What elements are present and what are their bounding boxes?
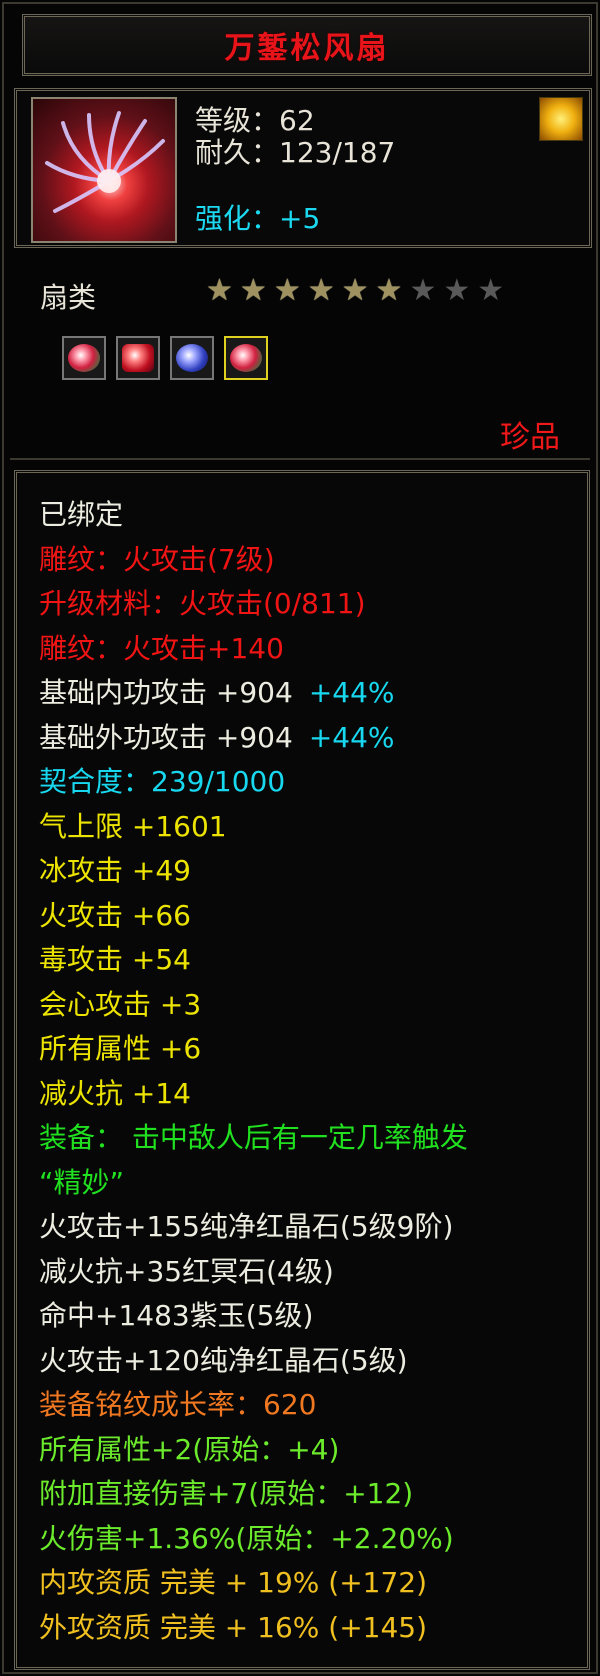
fan-item-icon[interactable] xyxy=(31,97,177,243)
property-line: 火伤害+1.36%(原始：+2.20%) xyxy=(39,1517,577,1562)
star-rating: ★ ★ ★ ★ ★ ★ ★ ★ ★ xyxy=(206,274,504,308)
star-empty-icon: ★ xyxy=(409,273,437,308)
property-text: 附加直接伤害+7(原始：+12) xyxy=(39,1477,414,1510)
star-filled-icon: ★ xyxy=(341,273,369,308)
property-text: 内攻资质 完美 + 19% (+172) xyxy=(39,1566,428,1599)
property-text: 升级材料：火攻击(0/811) xyxy=(39,587,366,620)
property-bonus: +44% xyxy=(308,720,395,754)
property-text: 会心攻击 +3 xyxy=(39,987,202,1021)
gem-slot-2[interactable] xyxy=(116,336,160,380)
property-line: 雕纹：火攻击+140 xyxy=(39,627,577,672)
section-divider xyxy=(10,458,590,460)
title-bar: 万錾松风扇 xyxy=(22,14,592,76)
property-text: 气上限 +1601 xyxy=(39,809,227,843)
property-line: 减火抗+35红冥石(4级) xyxy=(39,1250,577,1295)
property-text: 雕纹：火攻击+140 xyxy=(39,631,284,665)
property-line: 所有属性 +6 xyxy=(39,1027,577,1072)
property-text: 减火抗+35红冥石(4级) xyxy=(39,1254,334,1288)
star-filled-icon: ★ xyxy=(307,273,335,308)
star-empty-icon: ★ xyxy=(443,273,471,308)
property-line: 基础外功攻击 +904 +44% xyxy=(39,716,577,761)
item-tooltip: 万錾松风扇 等级：62 耐久：123/187 强化：+5 扇类 ★ ★ ★ ★ ★ ★ ★ ★ xyxy=(0,0,600,1676)
star-filled-icon: ★ xyxy=(273,273,301,308)
property-line: 气上限 +1601 xyxy=(39,805,577,850)
blue-gem-icon xyxy=(176,344,208,372)
item-type: 扇类 xyxy=(40,281,97,314)
property-text: 雕纹：火攻击(7级) xyxy=(39,542,275,576)
property-line: 升级材料：火攻击(0/811) xyxy=(39,582,577,627)
rarity-label: 珍品 xyxy=(500,420,560,455)
item-name: 万錾松风扇 xyxy=(224,31,390,66)
gem-slot-3[interactable] xyxy=(170,336,214,380)
property-text: 所有属性 +6 xyxy=(39,1032,202,1065)
property-line: 减火抗 +14 xyxy=(39,1072,577,1117)
enhance-line: 强化：+5 xyxy=(195,202,321,235)
property-text: 命中+1483紫玉(5级) xyxy=(39,1299,314,1332)
property-text: 减火抗 +14 xyxy=(39,1076,191,1110)
property-line: 火攻击+155纯净红晶石(5级9阶) xyxy=(39,1205,577,1250)
property-text: 装备： 击中敌人后有一定几率触发 xyxy=(39,1121,468,1154)
fan-blades xyxy=(45,111,165,213)
property-line: 内攻资质 完美 + 19% (+172) xyxy=(39,1561,577,1606)
property-line: 装备： 击中敌人后有一定几率触发 xyxy=(39,1116,577,1161)
property-line: 会心攻击 +3 xyxy=(39,983,577,1028)
red-gem-icon xyxy=(122,344,154,372)
item-header: 等级：62 耐久：123/187 强化：+5 xyxy=(14,88,592,248)
property-line: 外攻资质 完美 + 16% (+145) xyxy=(39,1606,577,1651)
green-red-gem-icon xyxy=(230,344,262,372)
star-filled-icon: ★ xyxy=(375,273,403,308)
property-line: 所有属性+2(原始：+4) xyxy=(39,1428,577,1473)
property-line: 契合度：239/1000 xyxy=(39,760,577,805)
property-text: 火伤害+1.36%(原始：+2.20%) xyxy=(39,1521,454,1555)
property-line: 冰攻击 +49 xyxy=(39,849,577,894)
property-text: 基础外功攻击 +904 xyxy=(39,720,293,754)
gem-sockets xyxy=(62,336,268,380)
star-filled-icon: ★ xyxy=(206,273,233,308)
property-line: 装备铭纹成长率：620 xyxy=(39,1383,577,1428)
property-text: 所有属性+2(原始：+4) xyxy=(39,1432,340,1466)
property-line: 附加直接伤害+7(原始：+12) xyxy=(39,1472,577,1517)
property-line: 命中+1483紫玉(5级) xyxy=(39,1294,577,1339)
properties-box: 已绑定雕纹：火攻击(7级) 升级材料：火攻击(0/811) 雕纹：火攻击+140 基础… xyxy=(14,470,590,1670)
property-line: “精妙” xyxy=(39,1161,577,1206)
property-text: 火攻击+155纯净红晶石(5级9阶) xyxy=(39,1210,454,1243)
property-line: 基础内功攻击 +904 +44% xyxy=(39,671,577,716)
fire-emblem-icon xyxy=(539,97,583,141)
property-line: 已绑定 xyxy=(39,493,577,538)
property-text: 火攻击 +66 xyxy=(39,898,191,932)
property-bonus: +44% xyxy=(308,676,395,709)
green-red-gem-icon xyxy=(68,344,100,372)
property-text: 装备铭纹成长率：620 xyxy=(39,1388,317,1421)
star-empty-icon: ★ xyxy=(477,273,505,308)
gem-slot-1[interactable] xyxy=(62,336,106,380)
property-text: 毒攻击 +54 xyxy=(39,943,191,976)
property-line: 火攻击 +66 xyxy=(39,894,577,939)
star-filled-icon: ★ xyxy=(239,273,267,308)
property-line: 毒攻击 +54 xyxy=(39,938,577,983)
property-line: 雕纹：火攻击(7级) xyxy=(39,538,577,583)
property-text: 火攻击+120纯净红晶石(5级) xyxy=(39,1343,408,1377)
property-text: 外攻资质 完美 + 16% (+145) xyxy=(39,1610,428,1644)
durability-line: 耐久：123/187 xyxy=(195,136,396,169)
property-list: 已绑定雕纹：火攻击(7级) 升级材料：火攻击(0/811) 雕纹：火攻击+140 基础… xyxy=(39,493,577,1650)
property-line: 火攻击+120纯净红晶石(5级) xyxy=(39,1339,577,1384)
gem-slot-4[interactable] xyxy=(224,336,268,380)
property-text: 契合度：239/1000 xyxy=(39,765,286,798)
property-text: 冰攻击 +49 xyxy=(39,854,191,887)
property-text: “精妙” xyxy=(39,1165,125,1199)
property-text: 已绑定 xyxy=(39,498,124,531)
property-text: 基础内功攻击 +904 xyxy=(39,676,293,709)
